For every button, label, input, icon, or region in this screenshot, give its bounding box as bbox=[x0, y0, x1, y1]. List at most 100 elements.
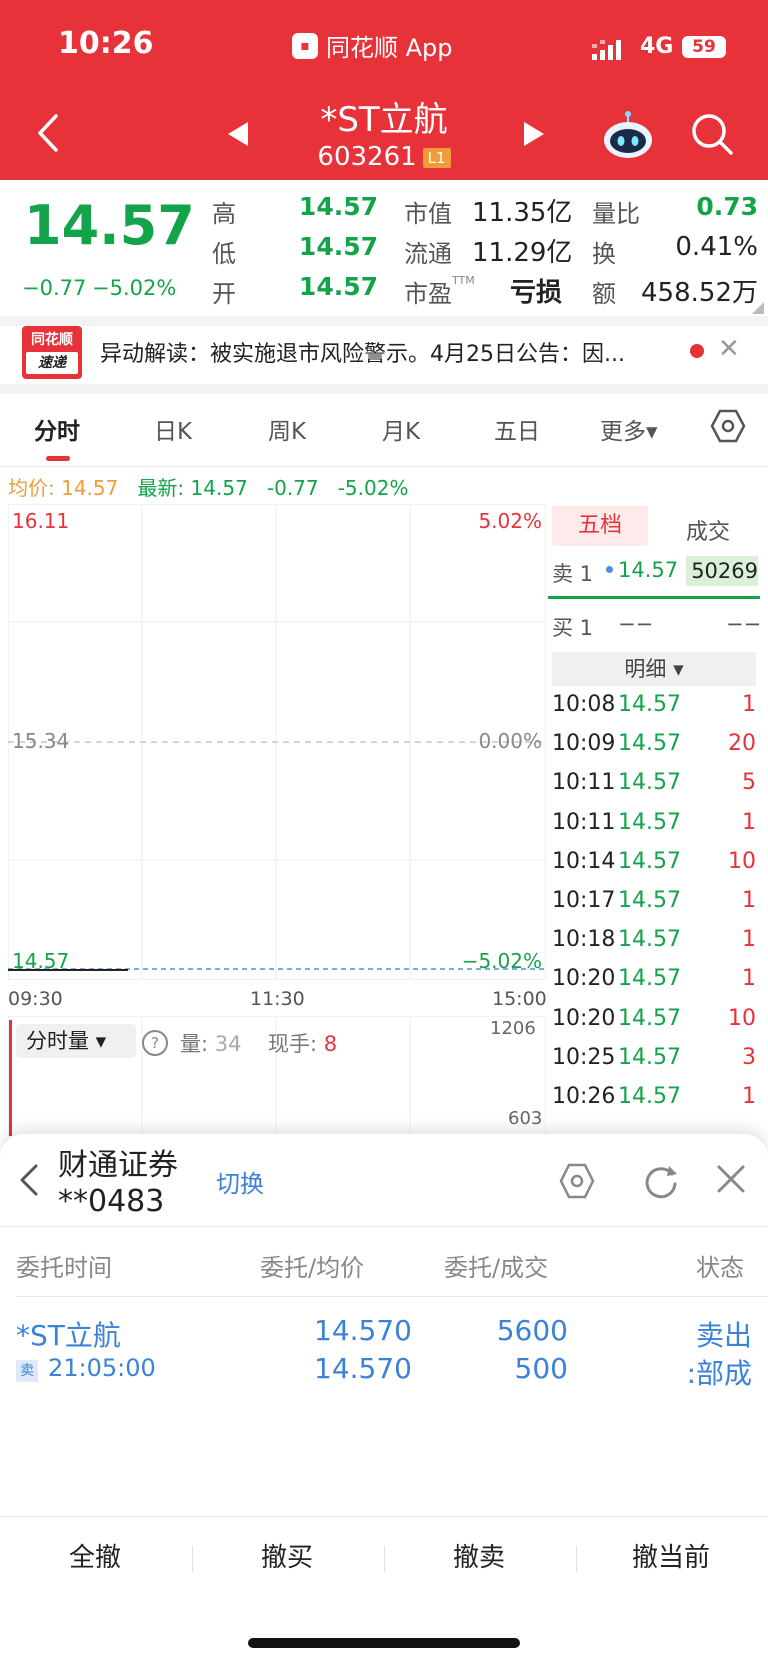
last-price: 14.57 bbox=[24, 194, 195, 257]
cancel-all-button[interactable]: 全撤 bbox=[0, 1538, 190, 1578]
volume-label: 量: 34 bbox=[180, 1028, 242, 1058]
tab-underline bbox=[0, 466, 768, 467]
volume-value: 34 bbox=[214, 1032, 242, 1056]
tick-price: 14.57 bbox=[618, 809, 681, 835]
broker-name: 财通证券 bbox=[58, 1148, 178, 1183]
detail-dropdown[interactable]: 明细 ▾ bbox=[552, 652, 756, 686]
open-value: 14.57 bbox=[298, 272, 378, 301]
close-icon[interactable] bbox=[714, 1162, 748, 1196]
tick-time: 10:09 bbox=[552, 731, 616, 757]
x-label-start: 09:30 bbox=[8, 988, 63, 1010]
col-header-qty: 委托/成交 bbox=[444, 1254, 549, 1282]
actions-divider bbox=[0, 1516, 768, 1517]
cancel-current-button[interactable]: 撤当前 bbox=[576, 1538, 766, 1578]
float-label: 流通 bbox=[404, 240, 452, 268]
order-quantity: 5600 bbox=[496, 1314, 568, 1347]
tick-list[interactable]: 10:08 14.57 1 10:09 14.57 20 10:11 14.57 5 10:11 1… bbox=[552, 692, 756, 1132]
sheet-settings-icon[interactable] bbox=[558, 1162, 596, 1200]
tab-monthly-k[interactable]: 月K bbox=[382, 412, 420, 446]
cancel-sell-button[interactable]: 撤卖 bbox=[384, 1538, 574, 1578]
high-label: 高 bbox=[212, 200, 236, 228]
order-price: 14.570 bbox=[314, 1314, 412, 1347]
tab-more[interactable]: 更多▾ bbox=[600, 412, 658, 446]
price-change-pct: −5.02% bbox=[92, 276, 177, 300]
cancel-buy-button[interactable]: 撤买 bbox=[192, 1538, 382, 1578]
search-icon[interactable] bbox=[690, 112, 734, 156]
news-logo-top: 同花顺 bbox=[31, 332, 73, 348]
tick-time: 10:08 bbox=[552, 692, 616, 717]
tick-time: 10:20 bbox=[552, 966, 616, 992]
tick-time: 10:17 bbox=[552, 888, 616, 913]
order-filled: 500 bbox=[514, 1352, 568, 1385]
tab-five-levels[interactable]: 五档 bbox=[552, 506, 648, 546]
tick-row: 10:18 14.57 1 bbox=[552, 927, 756, 959]
x-label-end: 15:00 bbox=[492, 988, 547, 1010]
volratio-label: 量比 bbox=[592, 200, 640, 228]
order-status-side: 卖出 bbox=[695, 1319, 752, 1352]
pe-ttm: TTM bbox=[452, 274, 475, 287]
bid1-label: 买 1 bbox=[552, 616, 594, 640]
tick-row: 10:11 14.57 1 bbox=[552, 810, 756, 842]
turnover-label: 换 bbox=[592, 240, 616, 268]
news-headline[interactable]: 异动解读：被实施退市风险警示。4月25日公告：因... bbox=[100, 336, 625, 368]
tick-price: 14.57 bbox=[618, 927, 681, 953]
tab-intraday[interactable]: 分时 bbox=[34, 412, 80, 446]
settings-hex-icon[interactable] bbox=[710, 408, 746, 444]
tab-five-day[interactable]: 五日 bbox=[494, 412, 540, 446]
volratio-value: 0.73 bbox=[696, 192, 758, 221]
tick-volume: 5 bbox=[742, 770, 756, 796]
help-icon[interactable]: ? bbox=[142, 1030, 168, 1056]
tab-indicator bbox=[46, 456, 70, 461]
tick-time: 10:14 bbox=[552, 848, 616, 874]
robot-assistant-icon[interactable] bbox=[602, 110, 654, 160]
tick-price: 14.57 bbox=[618, 966, 681, 992]
tab-deals[interactable]: 成交 bbox=[686, 514, 730, 546]
x-label-mid: 11:30 bbox=[250, 988, 305, 1010]
section-divider bbox=[0, 316, 768, 326]
level-badge: L1 bbox=[422, 147, 451, 168]
app-logo-icon: ▪ bbox=[292, 32, 318, 59]
pct-label-top: 5.02% bbox=[478, 509, 542, 533]
tick-time: 10:25 bbox=[552, 1044, 616, 1070]
col-header-price: 委托/均价 bbox=[260, 1254, 365, 1282]
tick-price: 14.57 bbox=[618, 848, 681, 874]
hand-value: 8 bbox=[323, 1032, 338, 1056]
ask1-dot bbox=[606, 566, 613, 573]
sheet-back-icon[interactable] bbox=[18, 1162, 40, 1198]
sell-tag: 卖 bbox=[16, 1360, 38, 1382]
status-time: 10:26 bbox=[58, 26, 154, 61]
expand-corner-icon[interactable] bbox=[752, 302, 764, 314]
tick-row: 10:09 14.57 20 bbox=[552, 731, 756, 763]
news-close-icon[interactable]: ✕ bbox=[718, 334, 740, 364]
hand-label-text: 现手: bbox=[268, 1032, 318, 1056]
volume-type-selector[interactable]: 分时量 ▾ bbox=[16, 1024, 136, 1058]
tick-time: 10:11 bbox=[552, 809, 616, 835]
sheet-divider bbox=[0, 1226, 768, 1227]
switch-account-link[interactable]: 切换 bbox=[216, 1164, 264, 1199]
tick-volume: 3 bbox=[742, 1044, 756, 1070]
bid1-price: −− bbox=[618, 612, 654, 636]
home-indicator[interactable] bbox=[248, 1638, 520, 1648]
y-label-mid: 15.34 bbox=[12, 729, 69, 753]
news-unread-dot bbox=[690, 344, 704, 358]
tick-volume: 1 bbox=[742, 966, 756, 992]
refresh-icon[interactable] bbox=[642, 1162, 680, 1200]
mktcap-label: 市值 bbox=[404, 200, 452, 228]
legend-latest: 最新: 14.57 bbox=[137, 476, 248, 500]
order-avg-price: 14.570 bbox=[314, 1352, 412, 1385]
pe-label: 市盈TTM bbox=[404, 274, 475, 309]
intraday-chart[interactable]: 16.11 15.34 14.57 5.02% 0.00% −5.02% bbox=[8, 504, 546, 980]
volume-max-label: 1206 bbox=[490, 1018, 536, 1039]
pe-value: 亏损 bbox=[510, 278, 563, 308]
ask1-volume: 50269 bbox=[686, 556, 758, 586]
tab-daily-k[interactable]: 日K bbox=[154, 412, 192, 446]
tick-volume: 1 bbox=[742, 809, 756, 835]
tick-price: 14.57 bbox=[618, 731, 681, 757]
tab-weekly-k[interactable]: 周K bbox=[268, 412, 306, 446]
volume-bar bbox=[9, 1020, 12, 1136]
tick-row: 10:11 14.57 5 bbox=[552, 770, 756, 802]
mktcap-value: 11.35亿 bbox=[472, 198, 573, 228]
tick-price: 14.57 bbox=[618, 692, 681, 717]
tick-volume: 1 bbox=[742, 888, 756, 913]
tick-time: 10:11 bbox=[552, 770, 616, 796]
